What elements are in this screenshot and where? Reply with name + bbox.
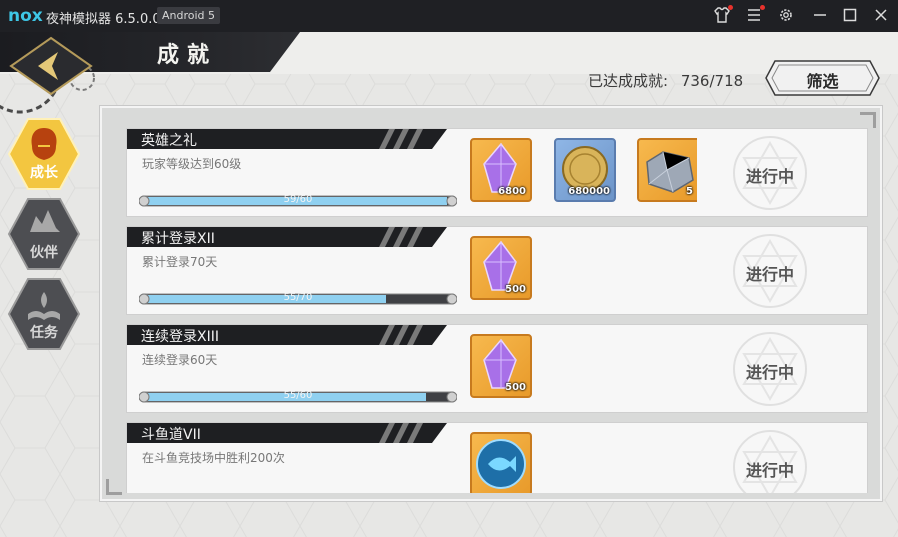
notification-dot <box>760 5 765 10</box>
status-in-progress: 进行中 <box>745 461 794 480</box>
achievement-desc: 累计登录70天 <box>142 255 218 269</box>
fish-medal-icon <box>476 439 526 489</box>
reward-item[interactable]: 500 <box>470 334 532 398</box>
achievement-row: 斗鱼道VII 在斗鱼竞技场中胜利200次 进行中 <box>126 422 868 493</box>
achievement-title: 连续登录XIII <box>141 329 219 345</box>
notification-dot <box>728 5 733 10</box>
status-in-progress: 进行中 <box>745 167 794 186</box>
progress-text: 55/70 <box>283 292 313 303</box>
reward-count: 5 <box>686 186 693 197</box>
maximize-icon[interactable] <box>840 6 860 26</box>
close-icon[interactable] <box>871 6 891 26</box>
filter-button-label[interactable]: 筛选 <box>765 68 880 92</box>
achievement-title: 英雄之礼 <box>141 133 197 149</box>
reward-count: 680000 <box>568 186 610 197</box>
status-in-progress: 进行中 <box>745 363 794 382</box>
progress-text: 59/60 <box>283 194 313 205</box>
title-stripes <box>379 325 423 345</box>
title-stripes <box>379 129 423 149</box>
tab-growth-label[interactable]: 成长 <box>6 162 82 182</box>
emulator-titlebar: nox 夜神模拟器 6.5.0.0 Android 5 <box>0 0 898 32</box>
nox-logo: nox <box>8 6 43 26</box>
reward-item[interactable] <box>470 432 532 493</box>
achievement-list[interactable]: 英雄之礼 玩家等级达到60级 59/60 6800 680000 5 进行中 累… <box>112 118 874 493</box>
page-title: 成就 <box>157 42 218 68</box>
reward-item[interactable]: 680000 <box>554 138 616 202</box>
achievement-title: 累计登录XII <box>141 231 215 247</box>
tab-quest-label[interactable]: 任务 <box>6 322 82 342</box>
achievement-desc: 玩家等级达到60级 <box>142 157 242 171</box>
achievement-title: 斗鱼道VII <box>141 427 201 443</box>
reward-count: 6800 <box>498 186 526 197</box>
tab-partner-label[interactable]: 伙伴 <box>6 242 82 262</box>
progress-text: 55/60 <box>283 390 313 401</box>
achieved-count-value: 736/718 <box>680 72 744 90</box>
back-button[interactable] <box>6 34 96 96</box>
reward-item[interactable]: 500 <box>470 236 532 300</box>
achievement-row: 累计登录XII 累计登录70天 55/70 500 进行中 <box>126 226 868 315</box>
game-viewport: 成就 已达成成就: 736/718 筛选 成长 伙伴 任务 英雄之礼 玩家等级达… <box>0 32 898 537</box>
title-stripes <box>379 423 423 443</box>
reward-item[interactable]: 6800 <box>470 138 532 202</box>
achievement-list-panel: 英雄之礼 玩家等级达到60级 59/60 6800 680000 5 进行中 累… <box>100 106 882 501</box>
face-icon <box>31 128 57 160</box>
achievement-row: 英雄之礼 玩家等级达到60级 59/60 6800 680000 5 进行中 <box>126 128 868 217</box>
title-stripes <box>379 227 423 247</box>
window-title: 夜神模拟器 6.5.0.0 <box>46 12 161 27</box>
gear-icon[interactable] <box>776 6 796 26</box>
status-in-progress: 进行中 <box>745 265 794 284</box>
achievement-row: 连续登录XIII 连续登录60天 55/60 500 进行中 <box>126 324 868 413</box>
achievement-desc: 连续登录60天 <box>142 353 218 367</box>
reward-item[interactable]: 5 <box>637 138 697 202</box>
achievement-desc: 在斗鱼竞技场中胜利200次 <box>142 451 285 465</box>
reward-count: 500 <box>505 382 526 393</box>
android-version-badge: Android 5 <box>157 7 221 24</box>
achievement-count: 已达成成就: 736/718 <box>588 70 743 91</box>
minimize-icon[interactable] <box>810 6 830 26</box>
reward-count: 500 <box>505 284 526 295</box>
achieved-label: 已达成成就: <box>588 72 669 90</box>
